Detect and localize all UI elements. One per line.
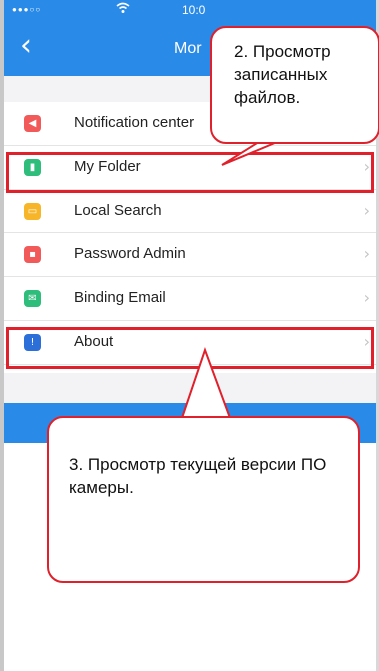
callout-folder-text: 2. Просмотр записанных файлов. <box>234 42 331 107</box>
callout-about: 3. Просмотр текущей версии ПО камеры. <box>47 416 360 583</box>
callout-folder: 2. Просмотр записанных файлов. <box>210 26 379 144</box>
callout-about-text: 3. Просмотр текущей версии ПО камеры. <box>69 455 327 497</box>
